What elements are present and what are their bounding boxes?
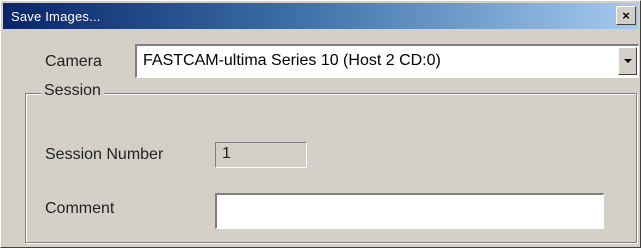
close-button[interactable]: × [616,6,636,25]
session-group-title: Session [41,82,104,100]
camera-select[interactable]: FASTCAM-ultima Series 10 (Host 2 CD:0) [135,44,639,78]
window-title: Save Images... [11,8,101,24]
close-icon: × [622,8,630,23]
session-number-field: 1 [215,142,307,168]
chevron-down-icon [623,59,632,63]
camera-dropdown-button[interactable] [618,47,637,75]
camera-label: Camera [45,53,102,70]
comment-input[interactable] [215,193,604,229]
session-number-label: Session Number [45,146,164,163]
comment-label: Comment [45,200,115,217]
save-images-dialog: Save Images... × Camera FASTCAM-ultima S… [0,0,641,248]
camera-selected-value: FASTCAM-ultima Series 10 (Host 2 CD:0) [143,52,441,69]
title-bar[interactable]: Save Images... × [3,3,638,29]
